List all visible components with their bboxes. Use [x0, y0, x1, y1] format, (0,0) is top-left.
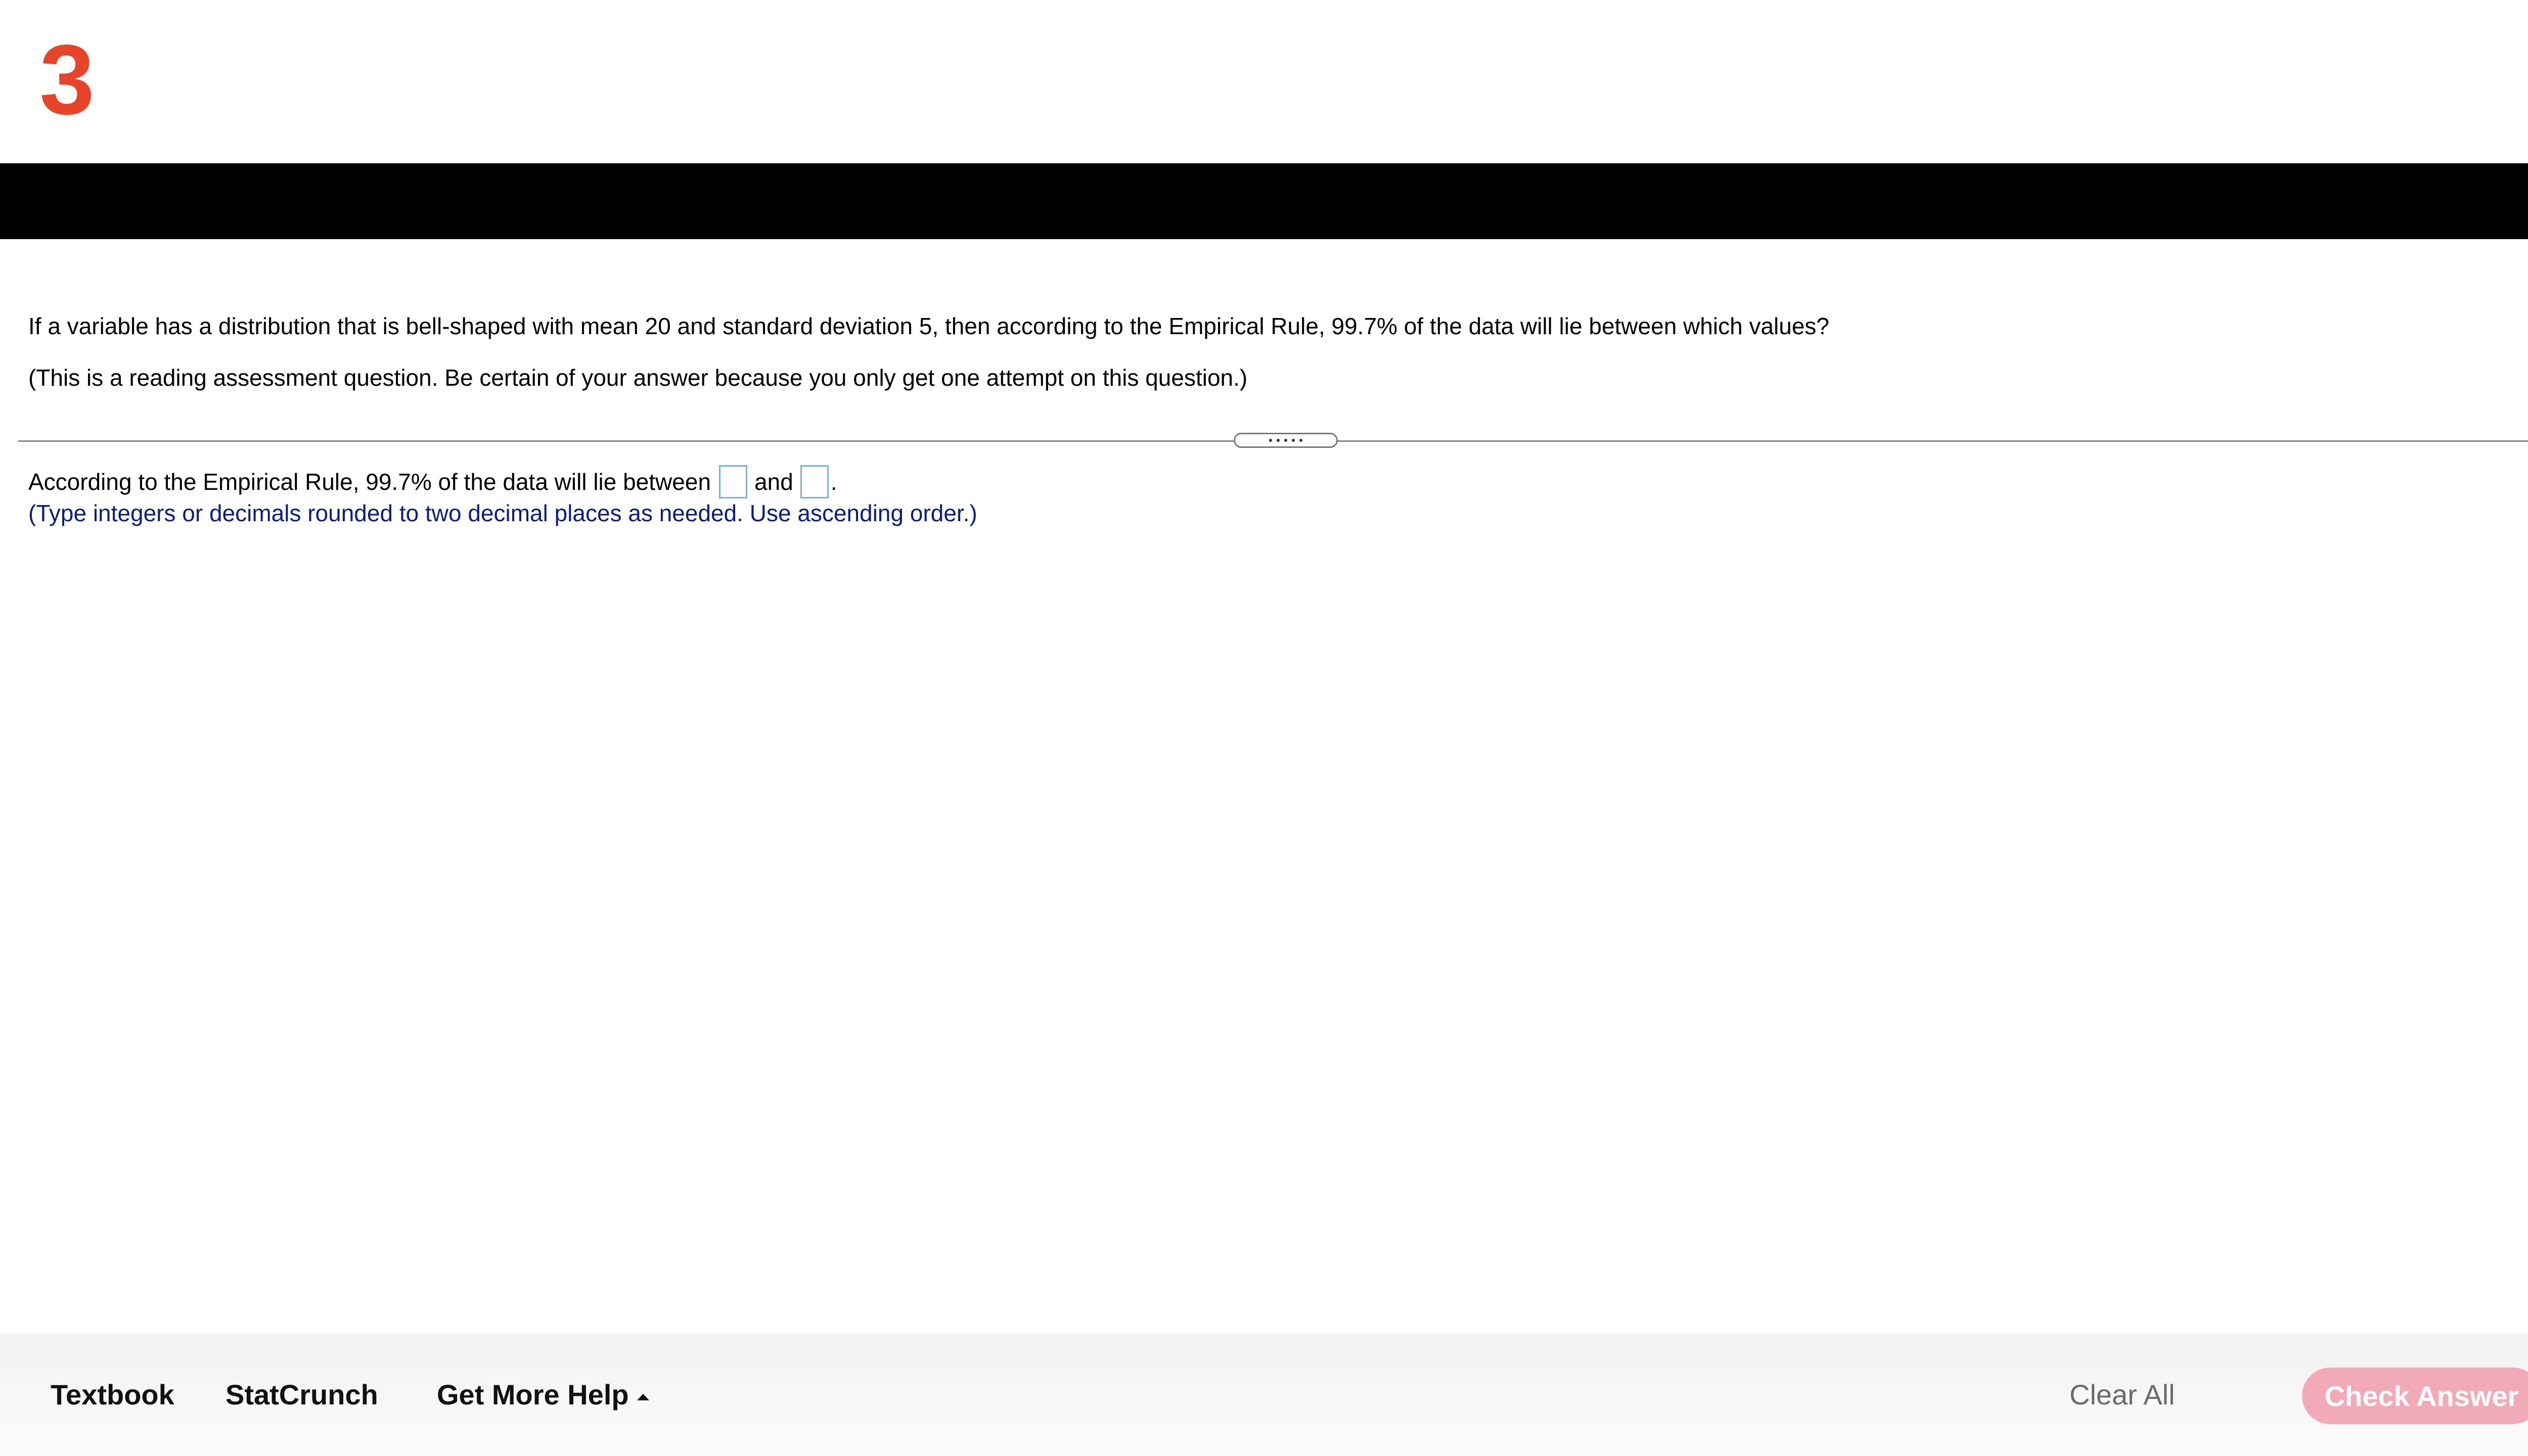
answer-statement: According to the Empirical Rule, 99.7% o…: [28, 465, 837, 498]
answer-lead-text: According to the Empirical Rule, 99.7% o…: [28, 469, 711, 495]
handle-dot: [1277, 439, 1280, 442]
statcrunch-link[interactable]: StatCrunch: [225, 1378, 378, 1411]
question-prompt: If a variable has a distribution that is…: [28, 313, 1829, 339]
get-more-help-button[interactable]: Get More Help: [437, 1378, 649, 1411]
handle-dot: [1299, 439, 1302, 442]
header-bar: [0, 163, 2528, 239]
handle-dot: [1292, 439, 1295, 442]
clear-all-button[interactable]: Clear All: [2069, 1378, 2175, 1411]
drag-handle-icon[interactable]: [1234, 433, 1338, 448]
answer-end-text: .: [830, 469, 837, 495]
check-answer-button[interactable]: Check Answer: [2302, 1368, 2528, 1424]
question-note: (This is a reading assessment question. …: [28, 365, 1248, 391]
answer-between-text: and: [754, 469, 793, 495]
get-more-help-label: Get More Help: [437, 1379, 629, 1410]
lower-bound-input[interactable]: [719, 465, 748, 498]
handle-dot: [1269, 439, 1272, 442]
answer-hint: (Type integers or decimals rounded to tw…: [28, 500, 977, 526]
question-number: 3: [39, 24, 95, 135]
page: 3 If a variable has a distribution that …: [0, 0, 2528, 1456]
caret-up-icon: [637, 1394, 649, 1400]
question-content: If a variable has a distribution that is…: [0, 239, 2528, 1334]
textbook-link[interactable]: Textbook: [51, 1378, 174, 1411]
upper-bound-input[interactable]: [800, 465, 829, 498]
question-header: 3: [0, 0, 2528, 163]
footer-toolbar: Textbook StatCrunch Get More Help Clear …: [0, 1334, 2528, 1456]
handle-dot: [1284, 439, 1287, 442]
